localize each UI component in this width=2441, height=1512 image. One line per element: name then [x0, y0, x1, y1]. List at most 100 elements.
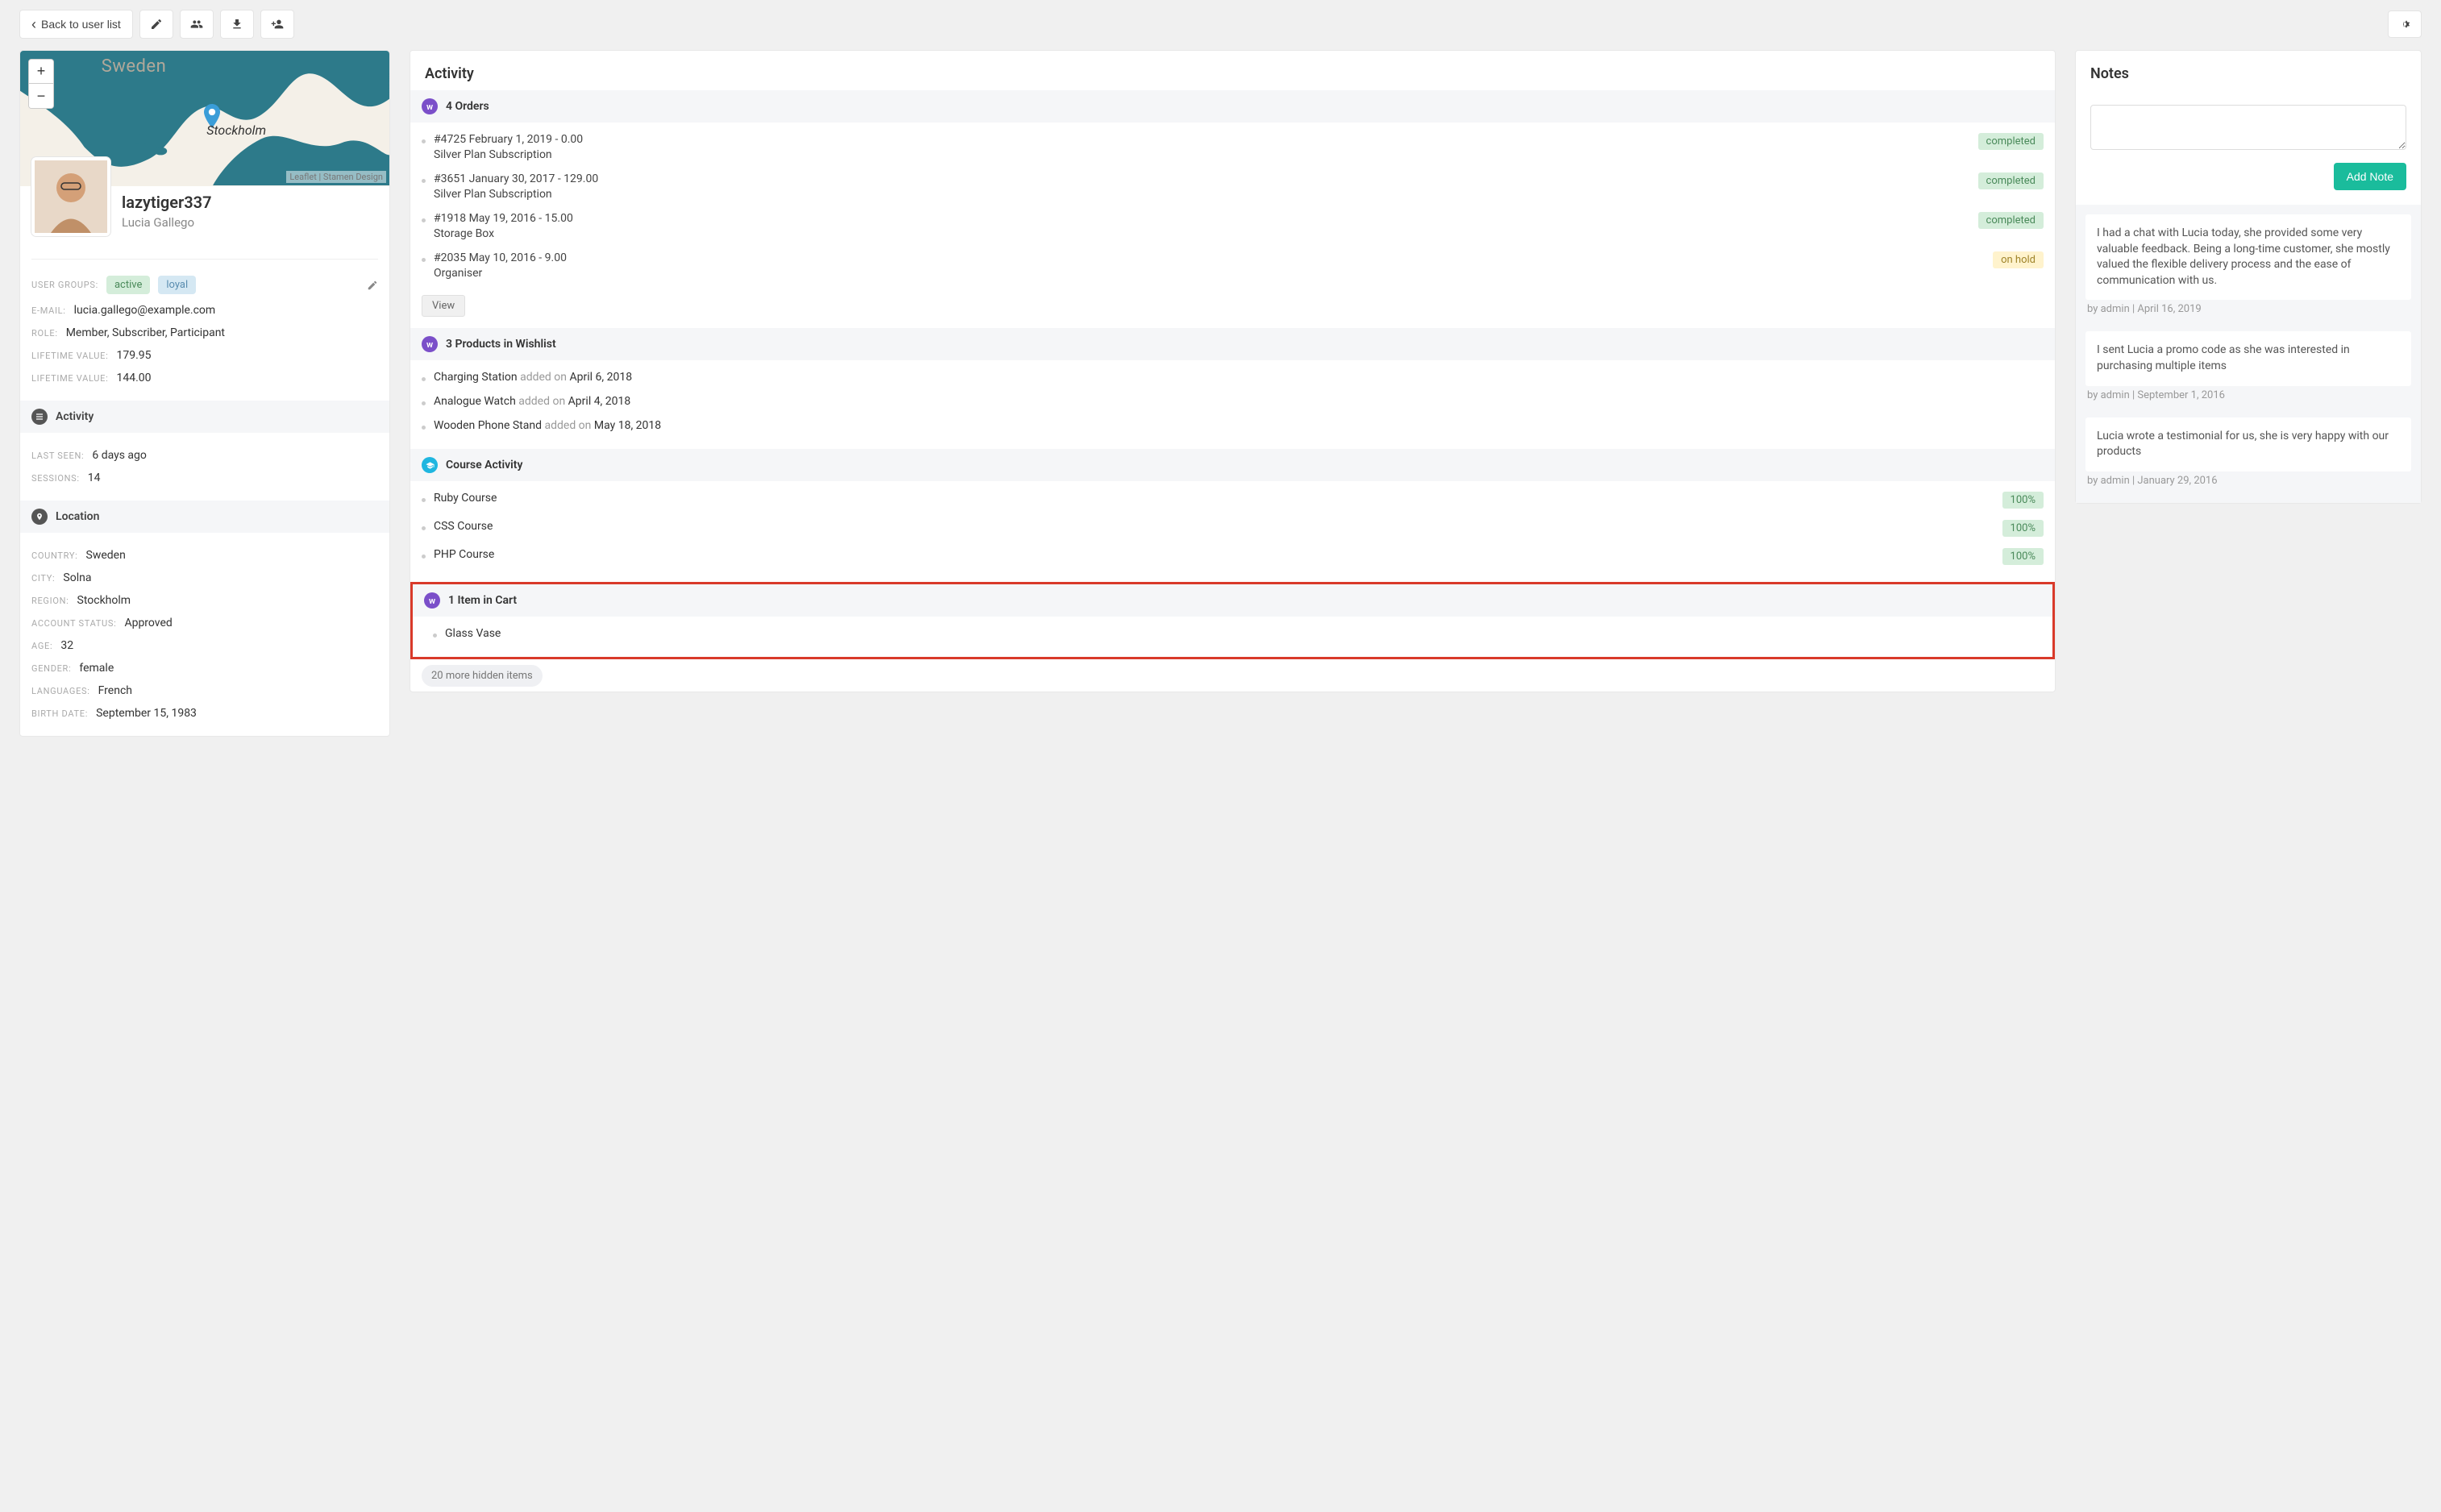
wishlist-row: Charging Station added on April 6, 2018 — [410, 365, 2055, 389]
sessions-label: SESSIONS: — [31, 473, 80, 484]
highlighted-cart-section: w 1 Item in Cart Glass Vase — [410, 582, 2055, 659]
wishlist-name: Charging Station — [434, 371, 518, 384]
wishlist-added: added on — [520, 371, 567, 384]
map-zoom-out[interactable]: − — [29, 84, 53, 108]
bullet-icon — [422, 179, 426, 183]
order-row: #1918 May 19, 2016 - 15.00 Storage Box com… — [410, 206, 2055, 246]
order-row: #2035 May 10, 2016 - 9.00 Organiser on hol… — [410, 246, 2055, 285]
bullet-icon — [422, 139, 426, 143]
map-zoom: + − — [28, 59, 54, 109]
group-icon — [190, 18, 203, 31]
role-value: Member, Subscriber, Participant — [66, 326, 225, 339]
age-label: AGE: — [31, 641, 52, 651]
order-line2: Storage Box — [434, 227, 1970, 240]
birth-date-label: BIRTH DATE: — [31, 708, 88, 719]
last-seen-label: LAST SEEN: — [31, 451, 84, 461]
bullet-icon — [422, 498, 426, 502]
wishlist-added: added on — [544, 419, 591, 432]
user-add-button[interactable] — [260, 10, 294, 39]
country-label: COUNTRY: — [31, 550, 78, 561]
country-value: Sweden — [86, 549, 126, 562]
note-text: I sent Lucia a promo code as she was int… — [2097, 343, 2350, 372]
city-label: CITY: — [31, 573, 55, 584]
orders-header: w 4 Orders — [410, 90, 2055, 123]
wishlist-row: Analogue Watch added on April 4, 2018 — [410, 389, 2055, 413]
edit-groups-button[interactable] — [367, 280, 378, 291]
last-seen-value: 6 days ago — [92, 449, 147, 462]
gender-value: female — [79, 662, 114, 675]
order-line2: Organiser — [434, 267, 1985, 280]
map-city-label: Stockholm — [206, 123, 266, 138]
notes-title: Notes — [2076, 51, 2421, 90]
user-groups-label: USER GROUPS: — [31, 280, 98, 290]
woo-icon: w — [422, 98, 438, 114]
woo-icon: w — [422, 336, 438, 352]
order-line1: #2035 May 10, 2016 - 9.00 — [434, 251, 1985, 264]
notes-card: Notes Add Note I had a chat with Lucia t… — [2075, 50, 2422, 504]
role-label: ROLE: — [31, 328, 58, 339]
activity-title: Activity — [410, 51, 2055, 90]
back-label: Back to user list — [41, 18, 121, 31]
download-button[interactable] — [220, 10, 254, 39]
languages-label: LANGUAGES: — [31, 686, 90, 696]
gear-icon — [2398, 18, 2411, 31]
group-button[interactable] — [180, 10, 214, 39]
ltv1-label: LIFETIME VALUE: — [31, 351, 108, 361]
wishlist-row: Wooden Phone Stand added on May 18, 2018 — [410, 413, 2055, 438]
wishlist-date: April 6, 2018 — [569, 371, 632, 384]
course-row: PHP Course100% — [410, 542, 2055, 571]
add-note-button[interactable]: Add Note — [2334, 163, 2406, 190]
bullet-icon — [433, 633, 437, 638]
order-status: completed — [1978, 172, 2044, 189]
woo-icon: w — [424, 592, 440, 609]
bullet-icon — [422, 555, 426, 559]
username: lazytiger337 — [122, 193, 212, 212]
region-value: Stockholm — [77, 594, 131, 607]
avatar — [31, 157, 110, 236]
map-country-label: Sweden — [102, 56, 166, 77]
more-hidden-button[interactable]: 20 more hidden items — [422, 665, 543, 687]
wishlist-header-label: 3 Products in Wishlist — [446, 338, 556, 351]
wishlist-date: April 4, 2018 — [568, 395, 631, 408]
notes-list: I had a chat with Lucia today, she provi… — [2076, 205, 2421, 503]
wishlist-name: Analogue Watch — [434, 395, 516, 408]
settings-button[interactable] — [2388, 10, 2422, 38]
edit-button[interactable] — [139, 10, 173, 39]
bullet-icon — [422, 426, 426, 430]
download-icon — [231, 18, 243, 31]
bullet-icon — [422, 526, 426, 530]
chevron-left-icon — [31, 17, 36, 31]
languages-value: French — [98, 684, 132, 697]
course-name: PHP Course — [434, 548, 1994, 561]
email-value: lucia.gallego@example.com — [74, 304, 216, 317]
badge-loyal: loyal — [158, 276, 196, 294]
order-status: completed — [1978, 212, 2044, 229]
order-line2: Silver Plan Subscription — [434, 188, 1970, 201]
back-button[interactable]: Back to user list — [19, 10, 133, 39]
wishlist-header: w 3 Products in Wishlist — [410, 328, 2055, 360]
note-meta: by admin | January 29, 2016 — [2085, 471, 2411, 493]
map-zoom-in[interactable]: + — [29, 60, 53, 84]
courses-header-label: Course Activity — [446, 459, 522, 471]
activity-card: Activity w 4 Orders #4725 February 1, 20… — [410, 50, 2056, 692]
view-orders-button[interactable]: View — [422, 295, 465, 317]
bullet-icon — [422, 258, 426, 262]
cart-header: w 1 Item in Cart — [413, 584, 2052, 617]
pencil-icon — [150, 18, 163, 31]
age-value: 32 — [60, 639, 73, 652]
note-input[interactable] — [2090, 105, 2406, 150]
order-status: on hold — [1993, 251, 2044, 268]
note-text: I had a chat with Lucia today, she provi… — [2097, 226, 2390, 287]
account-status-label: ACCOUNT STATUS: — [31, 618, 116, 629]
toolbar: Back to user list — [19, 10, 2422, 39]
order-line1: #1918 May 19, 2016 - 15.00 — [434, 212, 1970, 225]
sessions-value: 14 — [88, 471, 101, 484]
location-icon — [31, 509, 48, 525]
account-status-value: Approved — [124, 617, 172, 629]
course-pct: 100% — [2002, 520, 2044, 537]
note-item: Lucia wrote a testimonial for us, she is… — [2085, 417, 2411, 471]
order-line2: Silver Plan Subscription — [434, 148, 1970, 161]
orders-header-label: 4 Orders — [446, 100, 489, 113]
ltv2-label: LIFETIME VALUE: — [31, 373, 108, 384]
bullet-icon — [422, 377, 426, 381]
